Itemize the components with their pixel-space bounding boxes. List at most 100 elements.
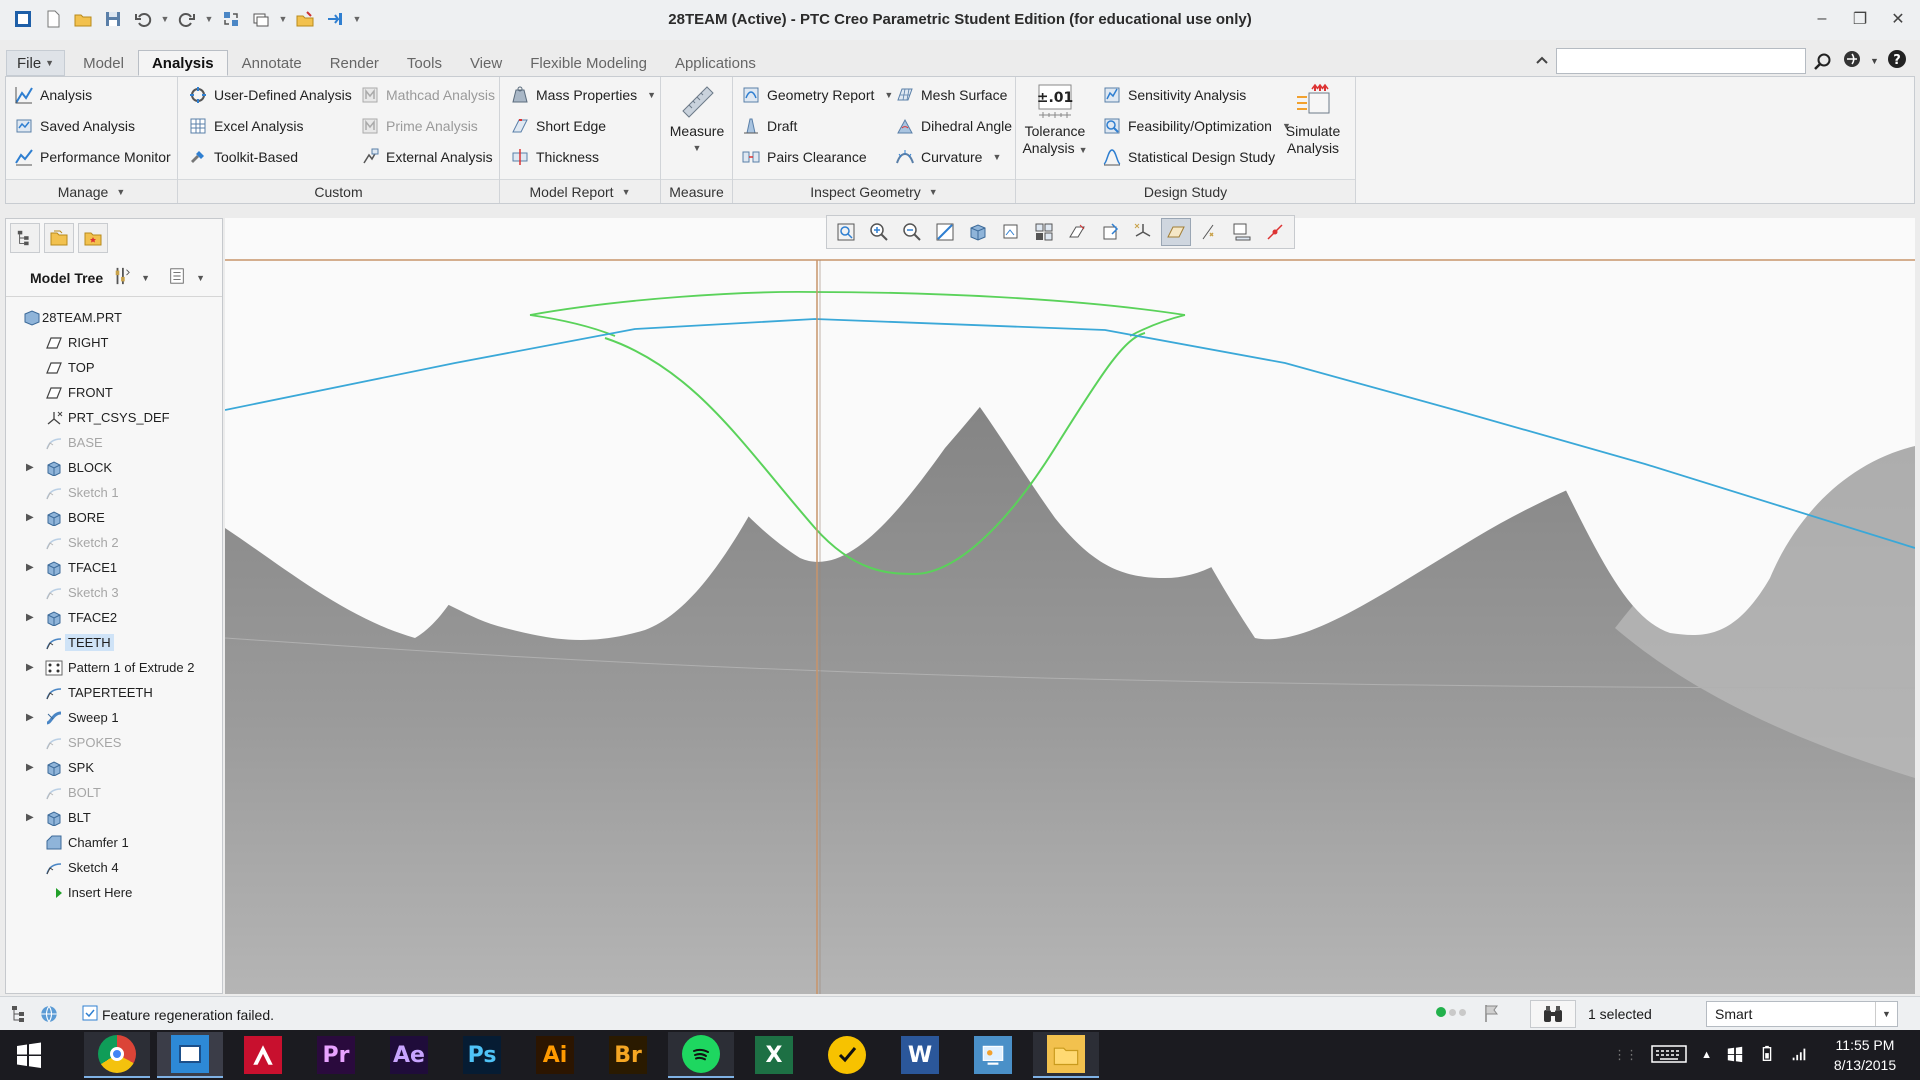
expand-arrow-icon[interactable]: ▶: [26, 712, 36, 723]
taskbar-app-chrome[interactable]: [84, 1032, 150, 1078]
saved-orientations-icon[interactable]: [996, 218, 1026, 246]
touch-keyboard-icon[interactable]: [1651, 1044, 1687, 1067]
mathcad-analysis-button[interactable]: Mathcad Analysis: [360, 81, 495, 109]
group-inspect-geometry-label[interactable]: Inspect Geometry ▼: [733, 179, 1015, 203]
search-input[interactable]: [1556, 48, 1806, 74]
taskbar-app-bridge[interactable]: Br: [595, 1032, 661, 1078]
thickness-button[interactable]: Thickness: [510, 143, 599, 171]
view-manager-icon[interactable]: [1029, 218, 1059, 246]
show-hidden-icons-icon[interactable]: ▲: [1701, 1049, 1712, 1061]
mass-properties-button[interactable]: Mass Properties ▼: [510, 81, 656, 109]
zoom-out-icon[interactable]: [897, 218, 927, 246]
perspective-view-icon[interactable]: [1062, 218, 1092, 246]
tolerance-analysis-button[interactable]: ±.01 Tolerance Analysis ▼: [1020, 81, 1090, 169]
help-icon[interactable]: ?: [1887, 49, 1907, 72]
model-tree-tab-icon[interactable]: [10, 223, 40, 253]
external-analysis-button[interactable]: External Analysis: [360, 143, 493, 171]
tree-settings-icon[interactable]: [113, 265, 131, 290]
tree-item[interactable]: BOLT: [6, 780, 222, 805]
sensitivity-analysis-button[interactable]: Sensitivity Analysis: [1102, 81, 1246, 109]
spin-center-icon[interactable]: [1260, 218, 1290, 246]
analysis-button[interactable]: Analysis: [14, 81, 92, 109]
tree-item[interactable]: Sketch 1: [6, 480, 222, 505]
plane-display-icon[interactable]: [1161, 218, 1191, 246]
save-icon[interactable]: [100, 6, 126, 32]
action-center-icon[interactable]: [1726, 1045, 1744, 1066]
clock[interactable]: 11:55 PM 8/13/2015: [1822, 1035, 1908, 1075]
measure-button[interactable]: Measure ▼: [662, 81, 732, 169]
tree-item[interactable]: ▶ TFACE1: [6, 555, 222, 580]
tree-item[interactable]: RIGHT: [6, 330, 222, 355]
tree-item[interactable]: Sketch 3: [6, 580, 222, 605]
close-icon[interactable]: ✕: [1886, 8, 1910, 30]
tab-applications[interactable]: Applications: [661, 50, 770, 76]
tree-item[interactable]: 28TEAM.PRT: [6, 305, 222, 330]
ptc-community-icon[interactable]: [1842, 49, 1862, 72]
tree-item[interactable]: FRONT: [6, 380, 222, 405]
csys-display-icon[interactable]: [1128, 218, 1158, 246]
regeneration-status-indicator[interactable]: [1436, 1007, 1466, 1017]
show-navigator-icon[interactable]: [10, 1004, 30, 1027]
find-button[interactable]: [1530, 1000, 1576, 1028]
tab-render[interactable]: Render: [316, 50, 393, 76]
expand-arrow-icon[interactable]: ▶: [26, 562, 36, 573]
selection-filter-select[interactable]: Smart ▼: [1706, 1001, 1898, 1027]
expand-arrow-icon[interactable]: ▶: [26, 762, 36, 773]
taskbar-app-creo[interactable]: [157, 1032, 223, 1078]
tree-item[interactable]: ▶ BLT: [6, 805, 222, 830]
refit-icon[interactable]: [831, 218, 861, 246]
restore-icon[interactable]: ❐: [1848, 8, 1872, 30]
datum-display-filters-icon[interactable]: [1095, 218, 1125, 246]
message-log-icon[interactable]: [82, 1005, 98, 1024]
feasibility-optimization-button[interactable]: Feasibility/Optimization ▼: [1102, 112, 1291, 140]
display-style-icon[interactable]: [963, 218, 993, 246]
folder-browser-tab-icon[interactable]: [44, 223, 74, 253]
network-icon[interactable]: [1790, 1045, 1808, 1066]
tab-file[interactable]: File ▼: [6, 50, 66, 76]
tab-model[interactable]: Model: [69, 50, 138, 76]
customize-arrow-icon[interactable]: [322, 6, 348, 32]
tree-settings-dropdown-icon[interactable]: ▼: [141, 273, 150, 283]
redo-icon[interactable]: [174, 6, 200, 32]
search-icon[interactable]: [1810, 49, 1836, 75]
tree-item[interactable]: ▶ SPK: [6, 755, 222, 780]
tree-item[interactable]: TAPERTEETH: [6, 680, 222, 705]
taskbar-app-excel[interactable]: X: [741, 1032, 807, 1078]
expand-arrow-icon[interactable]: ▶: [26, 512, 36, 523]
group-model-report-label[interactable]: Model Report ▼: [500, 179, 660, 203]
geometry-report-button[interactable]: Geometry Report ▼: [741, 81, 893, 109]
zoom-in-icon[interactable]: [864, 218, 894, 246]
point-display-icon[interactable]: [1194, 218, 1224, 246]
taskbar-app-control-panel[interactable]: [960, 1032, 1026, 1078]
tab-annotate[interactable]: Annotate: [228, 50, 316, 76]
taskbar-app-illustrator[interactable]: Ai: [522, 1032, 588, 1078]
tree-item[interactable]: ▶ BLOCK: [6, 455, 222, 480]
expand-arrow-icon[interactable]: ▶: [26, 662, 36, 673]
collapse-ribbon-icon[interactable]: [1532, 51, 1552, 71]
taskbar-app-autocad[interactable]: [230, 1032, 296, 1078]
qat-customize-dropdown-icon[interactable]: ▼: [352, 9, 362, 29]
tree-item[interactable]: ▶ Sweep 1: [6, 705, 222, 730]
taskbar-app-after-effects[interactable]: Ae: [376, 1032, 442, 1078]
tab-view[interactable]: View: [456, 50, 516, 76]
close-window-icon[interactable]: [292, 6, 318, 32]
tree-item[interactable]: BASE: [6, 430, 222, 455]
tab-tools[interactable]: Tools: [393, 50, 456, 76]
toolkit-based-button[interactable]: Toolkit-Based: [188, 143, 298, 171]
pairs-clearance-button[interactable]: Pairs Clearance: [741, 143, 867, 171]
undo-icon[interactable]: [130, 6, 156, 32]
tree-item[interactable]: SPOKES: [6, 730, 222, 755]
dihedral-angle-button[interactable]: Dihedral Angle: [895, 112, 1012, 140]
tree-item[interactable]: Sketch 2: [6, 530, 222, 555]
windows-dropdown-icon[interactable]: ▼: [278, 9, 288, 29]
simulate-analysis-button[interactable]: Simulate Analysis: [1278, 81, 1348, 169]
saved-analysis-button[interactable]: Saved Analysis: [14, 112, 135, 140]
power-icon[interactable]: [1758, 1045, 1776, 1066]
show-icon[interactable]: [168, 267, 186, 288]
curvature-button[interactable]: Curvature ▼: [895, 143, 1001, 171]
minimize-icon[interactable]: –: [1810, 8, 1834, 30]
tab-flexible-modeling[interactable]: Flexible Modeling: [516, 50, 661, 76]
taskbar-app-word[interactable]: W: [887, 1032, 953, 1078]
flag-icon[interactable]: [1482, 1003, 1502, 1026]
excel-analysis-button[interactable]: Excel Analysis: [188, 112, 303, 140]
